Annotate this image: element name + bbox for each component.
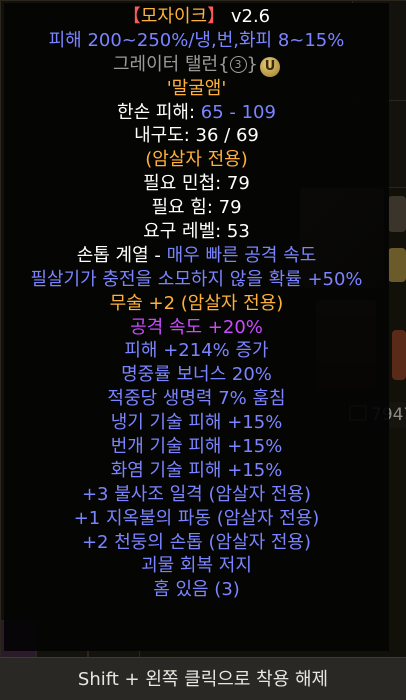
class-restriction: (암살자 전용) [145, 149, 248, 171]
item-mod-line: 화염 기술 피해 +15% [110, 459, 283, 481]
item-mod-line: 적중당 생명력 7% 훔침 [107, 388, 286, 410]
item-name: 모자이크 [140, 6, 208, 27]
item-base-type: 그레이터 탤런{3} U [4, 53, 389, 77]
item-mods: 필살기가 충전을 소모하지 않을 확률 +50% 무술 +2 (암살자 전용) 공격… [4, 268, 389, 602]
runeword-name: '말굴앰' [166, 77, 227, 99]
item-mod-line: 공격 속도 +20% [130, 316, 263, 338]
item-mod-line: +1 지옥불의 파동 (암살자 전용) [73, 507, 320, 529]
one-hand-damage: 한손 피해: 65 - 109 [4, 101, 389, 125]
equipped-item-charm[interactable] [392, 330, 406, 380]
required-dexterity: 필요 민첩: 79 [143, 173, 250, 195]
unequip-hint: Shift + 왼쪽 클릭으로 착용 해제 [77, 669, 329, 690]
required-level: 요구 레벨: 53 [143, 221, 250, 243]
item-mod-line: 괴물 회복 저지 [141, 555, 252, 577]
item-mod-line: 무술 +2 (암살자 전용) [109, 292, 284, 314]
upgrade-badge-icon: U [260, 56, 280, 77]
item-mod-line: 홈 있음 (3) [153, 579, 240, 601]
hint-bar: Shift + 왼쪽 클릭으로 착용 해제 [0, 657, 406, 700]
socket-brace-open: { [218, 53, 230, 75]
item-mod-line: 번개 기술 피해 +15% [110, 436, 283, 458]
durability: 내구도: 36 / 69 [134, 125, 259, 147]
equipped-item-amulet[interactable] [388, 248, 406, 282]
item-mod-line: 명중률 보너스 20% [121, 364, 272, 386]
attack-speed-class: 손톱 계열 - 매우 빠른 공격 속도 [4, 244, 389, 268]
item-mod-line: +3 불사조 일격 (암살자 전용) [81, 483, 312, 505]
socket-count-icon: 3 [229, 55, 247, 73]
item-version: v2.6 [230, 6, 271, 27]
item-mod-line: +2 천둥의 손톱 (암살자 전용) [81, 531, 312, 553]
item-bonus-line: 피해 200~250%/냉,번,화피 8~15% [48, 29, 345, 51]
equipped-item-ring[interactable] [388, 196, 406, 232]
attack-speed-value: 매우 빠른 공격 속도 [166, 244, 317, 266]
required-strength: 필요 힘: 79 [151, 197, 242, 219]
item-mod-line: 피해 +214% 증가 [124, 340, 269, 362]
item-title: 【모자이크】 v2.6 [4, 5, 389, 29]
game-screen: 79471 【모자이크】 v2.6 피해 200~250%/냉,번,화피 8~1… [0, 0, 406, 700]
damage-value: 65 - 109 [200, 101, 276, 123]
attack-speed-label: 손톱 계열 - [76, 244, 167, 266]
socket-brace-close: } [246, 53, 258, 75]
title-left-bracket: 【 [122, 6, 141, 27]
base-type-name: 그레이터 탤런 [113, 53, 219, 75]
title-right-bracket: 】 [207, 6, 226, 27]
item-mod-line: 필살기가 충전을 소모하지 않을 확률 +50% [30, 268, 363, 290]
damage-label: 한손 피해: [117, 101, 201, 123]
item-mod-line: 냉기 기술 피해 +15% [110, 412, 283, 434]
item-tooltip: 【모자이크】 v2.6 피해 200~250%/냉,번,화피 8~15% 그레이… [4, 3, 389, 651]
